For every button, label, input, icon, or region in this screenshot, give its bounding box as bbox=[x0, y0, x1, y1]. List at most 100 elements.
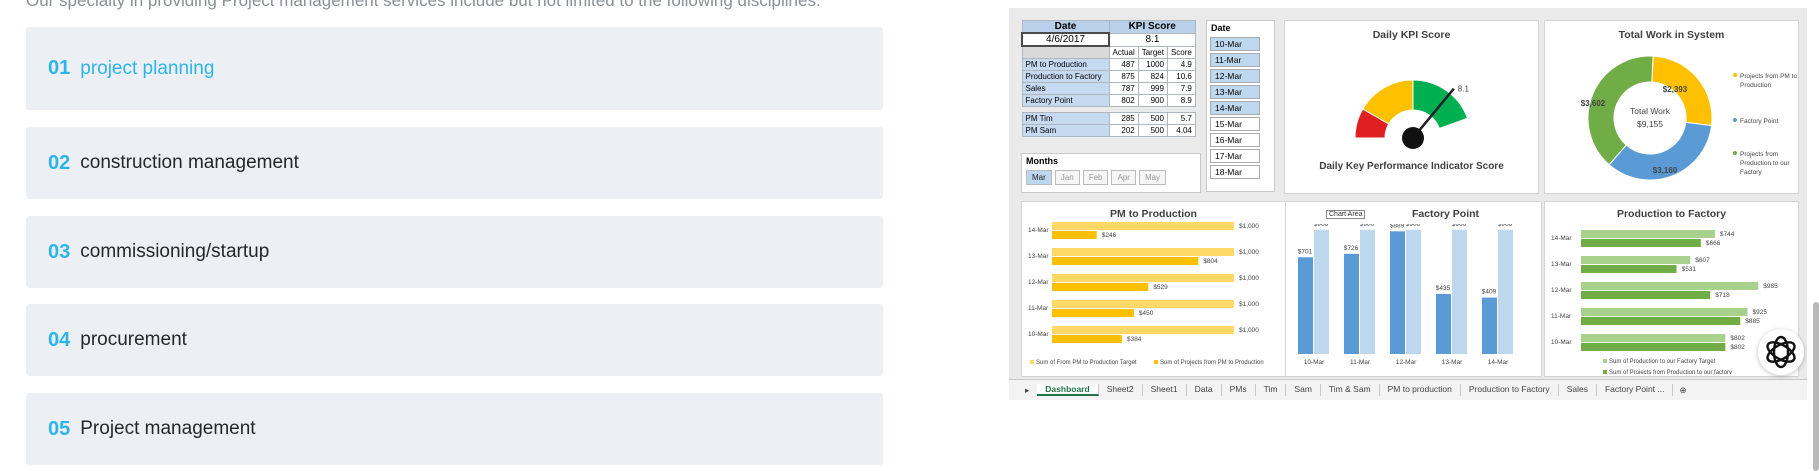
kpi-table-row: PM to Production 487 1000 4.9 bbox=[1021, 58, 1196, 71]
date-slicer-item[interactable]: 18-Mar bbox=[1210, 165, 1260, 179]
kpi-cell-target: 824 bbox=[1137, 70, 1168, 83]
fp-data-label: $900 bbox=[1314, 224, 1329, 228]
month-slicer-item[interactable]: Apr bbox=[1111, 170, 1136, 185]
tab-nav-arrow-icon[interactable]: ▸ bbox=[1009, 385, 1037, 396]
sheet-tab[interactable]: Sheet1 bbox=[1143, 384, 1187, 396]
month-slicer-item[interactable]: Mar bbox=[1026, 170, 1052, 185]
ptf-category-label: 12-Mar bbox=[1551, 287, 1572, 294]
date-slicer-item[interactable]: 11-Mar bbox=[1210, 53, 1260, 67]
gauge-panel[interactable]: Daily KPI Score 8.1 Daily Key Performanc… bbox=[1284, 20, 1539, 194]
accordion-label: commissioning/startup bbox=[80, 241, 270, 262]
date-slicer-item[interactable]: 14-Mar bbox=[1210, 101, 1260, 115]
kpi-col-header: Score bbox=[1166, 45, 1196, 59]
page-scrollbar[interactable] bbox=[1813, 302, 1819, 471]
sheet-tab[interactable]: Production to Factory bbox=[1461, 384, 1559, 396]
ptf-category-label: 11-Mar bbox=[1551, 313, 1572, 320]
date-slicer-item[interactable]: 10-Mar bbox=[1210, 37, 1260, 51]
accordion-item-05[interactable]: 05 Project management bbox=[26, 393, 883, 465]
sheet-tab[interactable]: Dashboard bbox=[1037, 384, 1099, 396]
pie-legend-marker bbox=[1733, 73, 1737, 77]
pie-panel[interactable]: Total Work in System $2,393 $3,160 $3,602 T… bbox=[1544, 20, 1799, 194]
ptf-legend-entry: Sum of Projects from Production to our f… bbox=[1609, 370, 1732, 374]
pm-to-production-panel[interactable]: PM to Production 14-Mar $1,000 $246 13-Mar $… bbox=[1021, 201, 1286, 377]
sheet-tab[interactable]: Factory Point ... bbox=[1597, 384, 1674, 396]
fp-data-label: $900 bbox=[1452, 224, 1467, 228]
sheet-tab[interactable]: Tim & Sam bbox=[1321, 384, 1380, 396]
sheet-tab[interactable]: Data bbox=[1187, 384, 1222, 396]
pm-bar bbox=[1052, 300, 1234, 308]
chat-widget-button[interactable] bbox=[1758, 329, 1804, 375]
ptf-bar bbox=[1581, 343, 1726, 351]
accordion-item-03[interactable]: 03 commissioning/startup bbox=[26, 216, 883, 288]
date-slicer-item[interactable]: 16-Mar bbox=[1210, 133, 1260, 147]
kpi-table-row: Factory Point 802 900 8.9 bbox=[1021, 94, 1196, 107]
gauge-chart: 8.1 bbox=[1354, 79, 1469, 149]
ptf-data-label: $925 bbox=[1753, 309, 1768, 316]
fp-data-label: $889 bbox=[1390, 224, 1405, 229]
ptf-legend-marker bbox=[1603, 370, 1607, 374]
kpi-col-header: Actual bbox=[1108, 45, 1139, 59]
ptf-data-label: $802 bbox=[1730, 335, 1745, 342]
pie-center-value: $9,155 bbox=[1637, 119, 1663, 129]
pm-data-label: $1,000 bbox=[1239, 223, 1259, 230]
add-sheet-icon[interactable]: ⊕ bbox=[1673, 385, 1692, 396]
ptf-bar bbox=[1581, 317, 1741, 325]
kpi-cell-actual: 487 bbox=[1108, 58, 1139, 71]
ptf-data-label: $531 bbox=[1682, 266, 1697, 273]
months-slicer[interactable]: Months Mar Jan Feb Apr May bbox=[1021, 153, 1201, 193]
kpi-cell-actual: 202 bbox=[1108, 124, 1139, 137]
ptf-bar bbox=[1581, 239, 1701, 247]
month-slicer-item[interactable]: Jan bbox=[1054, 170, 1080, 185]
fp-data-label: $900 bbox=[1406, 224, 1421, 228]
month-slicer-item[interactable]: Feb bbox=[1082, 170, 1109, 185]
accordion-item-02[interactable]: 02 construction management bbox=[26, 127, 883, 199]
kpi-cell-name: PM to Production bbox=[1021, 58, 1110, 71]
date-slicer-item[interactable]: 15-Mar bbox=[1210, 117, 1260, 131]
ptf-category-label: 10-Mar bbox=[1551, 339, 1572, 346]
pm-legend-marker bbox=[1030, 360, 1034, 364]
pm-bar bbox=[1052, 283, 1149, 291]
fp-bar bbox=[1298, 257, 1313, 354]
date-slicer-item[interactable]: 12-Mar bbox=[1210, 69, 1260, 83]
sheet-tab[interactable]: Sales bbox=[1559, 384, 1597, 396]
accordion-item-01[interactable]: 01 project planning bbox=[26, 27, 883, 110]
month-slicer-item[interactable]: May bbox=[1138, 170, 1167, 185]
date-slicer[interactable]: Date 10-Mar 11-Mar 12-Mar 13-Mar 14-Mar 15-Ma… bbox=[1206, 20, 1275, 192]
pm-bar bbox=[1052, 257, 1199, 265]
fp-data-label: $701 bbox=[1298, 248, 1313, 255]
kpi-cell-name: Production to Factory bbox=[1021, 70, 1110, 83]
kpi-table: Date KPI Score 4/6/2017 8.1 Actual Target… bbox=[1021, 20, 1196, 137]
months-slicer-title: Months bbox=[1026, 156, 1058, 166]
sheet-tab[interactable]: PMs bbox=[1222, 384, 1256, 396]
kpi-cell-actual: 875 bbox=[1108, 70, 1139, 83]
pm-data-label: $1,000 bbox=[1239, 249, 1259, 256]
accordion-label: Project management bbox=[80, 418, 256, 439]
pie-legend-marker bbox=[1733, 118, 1737, 122]
ptf-category-label: 14-Mar bbox=[1551, 235, 1572, 242]
gauge-subtitle: Daily Key Performance Indicator Score bbox=[1319, 161, 1504, 172]
pm-to-production-chart: 14-Mar $1,000 $246 13-Mar $1,000 $804 12-Mar $1… bbox=[1028, 222, 1264, 366]
fp-bar bbox=[1482, 297, 1497, 354]
fp-data-label: $900 bbox=[1498, 224, 1513, 228]
sheet-tab[interactable]: Sam bbox=[1286, 384, 1321, 396]
sheet-tab[interactable]: Sheet2 bbox=[1099, 384, 1143, 396]
date-slicer-item[interactable]: 17-Mar bbox=[1210, 149, 1260, 163]
accordion-number: 03 bbox=[48, 240, 71, 263]
factory-point-panel[interactable]: Chart Area Factory Point $701 $900 10-Mar $… bbox=[1285, 201, 1542, 377]
accordion-label: project planning bbox=[80, 57, 215, 79]
kpi-cell-actual: 802 bbox=[1108, 94, 1139, 107]
ptf-data-label: $885 bbox=[1745, 318, 1760, 325]
kpi-table-row: Sales 787 999 7.9 bbox=[1021, 82, 1196, 95]
sheet-tab[interactable]: PM to production bbox=[1380, 384, 1461, 396]
pie-slice-label: $3,602 bbox=[1581, 99, 1606, 108]
date-slicer-item[interactable]: 13-Mar bbox=[1210, 85, 1260, 99]
ptf-data-label: $607 bbox=[1695, 257, 1710, 264]
kpi-table-row: PM Tim 285 500 5.7 bbox=[1021, 112, 1196, 125]
pm-data-label: $384 bbox=[1127, 336, 1142, 343]
pie-legend-entry: Factory Point bbox=[1740, 118, 1778, 125]
kpi-table-row: Production to Factory 875 824 10.6 bbox=[1021, 70, 1196, 83]
sheet-tab[interactable]: Tim bbox=[1256, 384, 1287, 396]
ptf-legend-entry: Sum of Production to our Factory Target bbox=[1609, 359, 1716, 365]
accordion-item-04[interactable]: 04 procurement bbox=[26, 304, 883, 376]
date-value[interactable]: 4/6/2017 bbox=[1021, 32, 1110, 47]
